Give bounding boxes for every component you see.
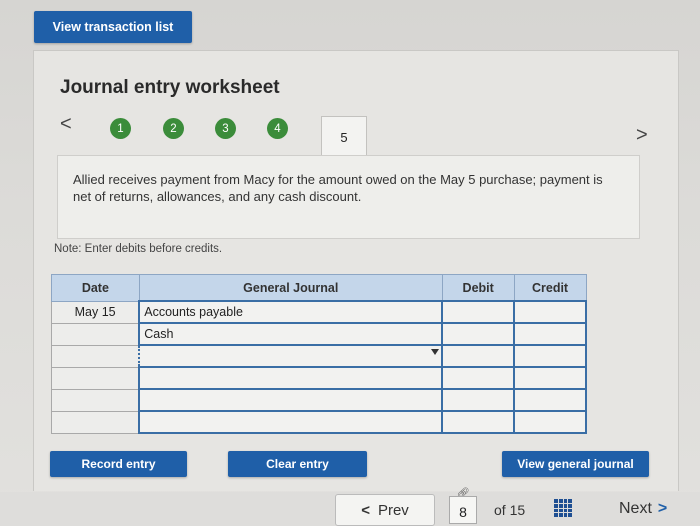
account-input[interactable] [138,410,444,434]
debit-input[interactable] [441,344,516,368]
prev-button[interactable]: < Prev [335,494,435,526]
step-2-button[interactable]: 2 [163,118,184,139]
view-transaction-list-button[interactable]: View transaction list [34,11,192,43]
step-5-tab[interactable]: 5 [321,116,367,157]
debit-input[interactable] [441,410,516,434]
next-button[interactable]: Next > [619,500,667,518]
account-input[interactable] [138,366,444,390]
debit-input[interactable] [441,322,516,346]
transaction-description: Allied receives payment from Macy for th… [57,155,640,239]
credit-input[interactable] [513,366,587,390]
date-cell[interactable]: May 15 [51,300,140,324]
page-title: Journal entry worksheet [60,77,280,98]
page-number-box[interactable]: 8 [449,496,477,524]
clear-entry-button[interactable]: Clear entry [228,451,367,477]
view-general-journal-button[interactable]: View general journal [502,451,649,477]
chevron-left-icon: < [361,501,370,519]
date-cell[interactable] [51,322,140,346]
record-entry-button[interactable]: Record entry [50,451,187,477]
credit-input[interactable] [513,300,587,324]
page-total: of 15 [494,502,526,518]
journal-table: Date General Journal Debit Credit May 15… [51,274,587,434]
general-journal-column-header: General Journal [138,274,443,302]
chevron-left-icon[interactable]: < [60,113,72,136]
account-input[interactable]: Cash [138,322,444,346]
debit-column-header: Debit [441,274,515,302]
date-cell[interactable] [51,410,140,434]
dropdown-arrow-icon[interactable] [431,349,440,355]
credit-input[interactable] [513,410,587,434]
debit-input[interactable] [441,388,516,412]
next-label: Next [619,500,652,517]
debit-input[interactable] [441,366,516,390]
account-input[interactable] [138,388,444,412]
table-row [51,388,587,412]
chevron-right-icon: > [657,500,668,517]
account-select[interactable] [138,344,444,368]
table-row: May 15 Accounts payable [51,300,587,324]
debit-input[interactable] [441,300,516,324]
date-column-header: Date [51,274,140,302]
table-row [51,366,587,390]
step-3-button[interactable]: 3 [215,118,236,139]
account-input[interactable]: Accounts payable [138,300,444,324]
credit-input[interactable] [513,388,587,412]
table-row: Cash [51,322,587,346]
credit-input[interactable] [513,322,587,346]
step-1-button[interactable]: 1 [110,118,131,139]
credit-input[interactable] [513,344,587,368]
note-text: Note: Enter debits before credits. [54,243,223,255]
table-row [51,344,587,368]
credit-column-header: Credit [513,274,587,302]
prev-label: Prev [377,501,409,519]
step-4-button[interactable]: 4 [267,118,288,139]
chevron-right-icon[interactable]: > [636,124,648,147]
date-cell[interactable] [51,344,140,368]
date-cell[interactable] [51,388,140,412]
grid-icon[interactable] [554,499,572,517]
date-cell[interactable] [51,366,140,390]
table-row [51,410,587,434]
